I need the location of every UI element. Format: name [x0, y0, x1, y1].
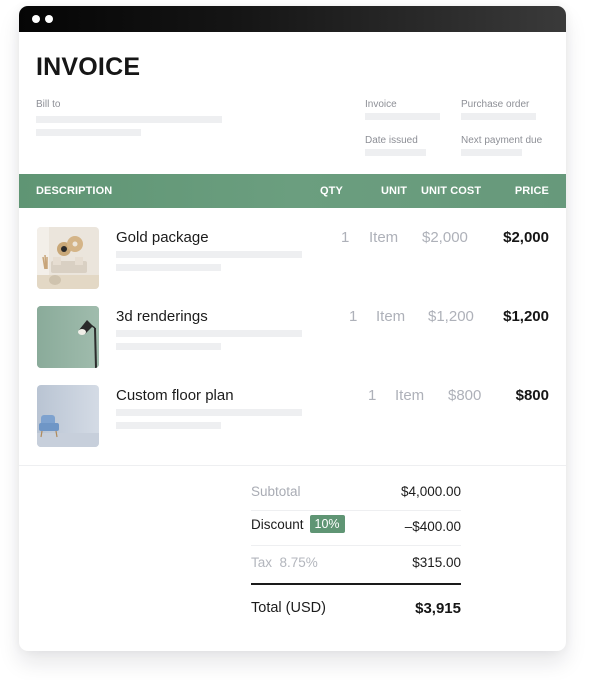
subtotal-row: Subtotal $4,000.00 [251, 476, 461, 510]
item-unit: Item [369, 229, 399, 246]
total-row: Total (USD) $3,915 [251, 592, 461, 626]
discount-label: Discount [251, 517, 304, 532]
window-control-dot[interactable] [45, 15, 53, 23]
purchase-order-label: Purchase order [461, 99, 530, 110]
item-unit-cost: $1,200 [428, 308, 474, 325]
table-row: 3d renderings 1 Item $1,200 $1,200 [19, 306, 566, 386]
item-unit-cost: $2,000 [422, 229, 468, 246]
discount-row: Discount 10% –$400.00 [251, 511, 461, 545]
item-price: $800 [515, 387, 549, 404]
tax-label: Tax [251, 555, 273, 570]
total-label: Total (USD) [251, 600, 326, 616]
invoice-title: INVOICE [36, 53, 141, 81]
invoice-number-label: Invoice [365, 99, 397, 110]
item-description-placeholder [116, 330, 302, 337]
column-unit-cost: UNIT COST [421, 185, 482, 197]
item-price: $1,200 [503, 308, 549, 325]
discount-value: –$400.00 [404, 519, 461, 534]
next-payment-due-placeholder [461, 149, 522, 156]
next-payment-due-label: Next payment due [461, 135, 543, 146]
item-qty: 1 [368, 387, 377, 404]
table-divider [19, 465, 566, 466]
tax-rate: 8.75% [279, 555, 318, 570]
floor-lamp-image [37, 306, 99, 368]
armchair-image [37, 385, 99, 447]
item-unit-cost: $800 [448, 387, 482, 404]
item-description-placeholder [116, 251, 302, 258]
purchase-order-placeholder [461, 113, 536, 120]
total-rule [251, 583, 461, 585]
item-name: Custom floor plan [116, 387, 234, 404]
column-price: PRICE [514, 185, 549, 197]
table-header: DESCRIPTION QTY UNIT UNIT COST PRICE [19, 174, 566, 208]
subtotal-label: Subtotal [251, 484, 301, 499]
item-name: 3d renderings [116, 308, 208, 325]
totals-separator [251, 545, 461, 546]
invoice-number-placeholder [365, 113, 440, 120]
item-description-placeholder [116, 409, 302, 416]
item-name: Gold package [116, 229, 209, 246]
table-row: Custom floor plan 1 Item $800 $800 [19, 385, 566, 465]
item-description-placeholder [116, 422, 221, 429]
date-issued-placeholder [365, 149, 426, 156]
bill-to-placeholder-line [36, 116, 222, 123]
date-issued-label: Date issued [365, 135, 418, 146]
item-unit: Item [376, 308, 406, 325]
item-qty: 1 [349, 308, 358, 325]
window-titlebar [19, 6, 566, 32]
column-unit: UNIT [381, 185, 408, 197]
item-price: $2,000 [503, 229, 549, 246]
window-control-dot[interactable] [32, 15, 40, 23]
item-unit: Item [395, 387, 425, 404]
item-description-placeholder [116, 264, 221, 271]
column-description: DESCRIPTION [36, 185, 113, 197]
total-value: $3,915 [415, 600, 461, 617]
bill-to-label: Bill to [36, 99, 61, 110]
tax-row: Tax 8.75% $315.00 [251, 547, 461, 581]
invoice-window: INVOICE Bill to Invoice Purchase order D… [19, 6, 566, 651]
living-room-image [37, 227, 99, 289]
table-row: Gold package 1 Item $2,000 $2,000 [19, 227, 566, 307]
subtotal-value: $4,000.00 [400, 484, 461, 499]
column-qty: QTY [320, 185, 343, 197]
tax-value: $315.00 [412, 555, 461, 570]
item-qty: 1 [341, 229, 350, 246]
bill-to-placeholder-line [36, 129, 141, 136]
discount-badge: 10% [309, 515, 345, 533]
item-description-placeholder [116, 343, 221, 350]
